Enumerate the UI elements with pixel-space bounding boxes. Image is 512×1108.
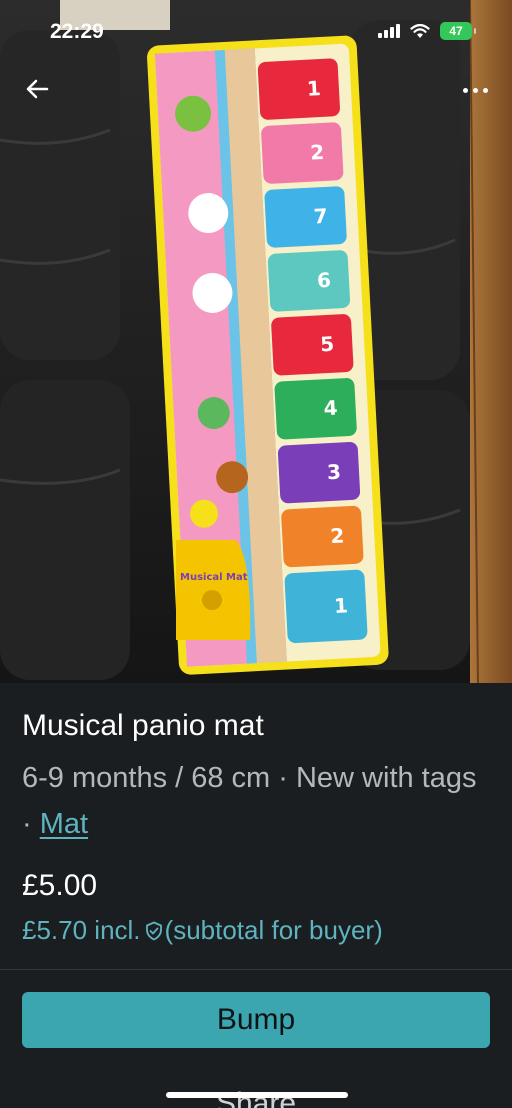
svg-text:5: 5: [320, 332, 335, 357]
more-dots-icon: [472, 87, 478, 93]
battery-icon: 47: [440, 22, 476, 40]
battery-level: 47: [449, 24, 463, 38]
svg-text:1: 1: [306, 76, 321, 101]
status-time: 22:29: [50, 20, 104, 43]
svg-text:7: 7: [313, 204, 328, 229]
listing-details: Musical panio mat 6-9 months / 68 cm · N…: [0, 683, 512, 1108]
home-indicator[interactable]: [166, 1092, 348, 1098]
svg-text:2: 2: [330, 523, 345, 548]
product-photo[interactable]: 1 2 7 6 5 4 3 2 1 Musical Mat: [0, 0, 512, 683]
arrow-left-icon: [26, 79, 49, 99]
bump-button[interactable]: Bump: [22, 992, 490, 1048]
listing-price: £5.00: [22, 869, 98, 902]
back-button[interactable]: [20, 72, 54, 106]
svg-text:2: 2: [310, 140, 325, 165]
shield-check-icon: [145, 921, 162, 941]
product-photo-illustration: 1 2 7 6 5 4 3 2 1 Musical Mat: [0, 0, 512, 683]
more-options-button[interactable]: [458, 76, 492, 104]
more-dots-icon: [462, 87, 468, 93]
price-including-fees[interactable]: £5.70 incl. (subtotal for buyer): [22, 915, 383, 946]
svg-text:6: 6: [316, 268, 331, 293]
wifi-icon: [410, 23, 430, 38]
more-dots-icon: [482, 87, 488, 93]
listing-meta-text: 6-9 months / 68 cm · New with tags ·: [22, 762, 477, 840]
svg-text:4: 4: [323, 396, 338, 421]
listing-title: Musical panio mat: [22, 709, 264, 742]
listing-meta: 6-9 months / 68 cm · New with tags · Mat: [22, 755, 482, 847]
price-note: (subtotal for buyer): [164, 915, 383, 945]
status-icons: 47: [378, 22, 476, 40]
category-link[interactable]: Mat: [40, 808, 88, 840]
status-bar: 22:29 47: [0, 0, 512, 64]
price-incl-value: £5.70 incl.: [22, 915, 141, 945]
divider: [0, 969, 512, 970]
mat-label: Musical Mat: [180, 572, 248, 583]
svg-text:1: 1: [333, 593, 348, 618]
svg-text:3: 3: [326, 459, 341, 484]
cellular-signal-icon: [378, 24, 400, 38]
